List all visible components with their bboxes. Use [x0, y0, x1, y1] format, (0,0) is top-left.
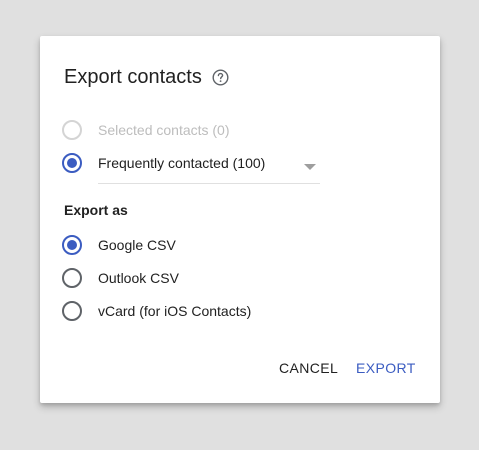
contacts-group-dropdown[interactable]: Frequently contacted (100): [98, 152, 320, 184]
dialog-title: Export contacts: [64, 66, 202, 88]
google-csv-label[interactable]: Google CSV: [98, 235, 176, 255]
export-button[interactable]: EXPORT: [356, 358, 416, 378]
option-vcard[interactable]: vCard (for iOS Contacts): [62, 299, 251, 323]
chevron-down-icon: [304, 163, 316, 170]
cancel-button[interactable]: CANCEL: [279, 358, 338, 378]
dialog-header: Export contacts: [64, 64, 229, 90]
export-contacts-dialog: Export contacts Selected contacts (0) Fr…: [40, 36, 440, 403]
vcard-label[interactable]: vCard (for iOS Contacts): [98, 301, 251, 321]
help-circle-icon[interactable]: [212, 68, 229, 86]
selected-contacts-label: Selected contacts (0): [98, 122, 230, 138]
option-selected-contacts: Selected contacts (0): [62, 118, 230, 142]
frequently-contacted-radio[interactable]: [62, 153, 82, 173]
option-google-csv[interactable]: Google CSV: [62, 233, 176, 257]
vcard-radio[interactable]: [62, 301, 82, 321]
selected-contacts-radio: [62, 120, 82, 140]
contacts-group-dropdown-label: Frequently contacted (100): [98, 154, 266, 171]
option-outlook-csv[interactable]: Outlook CSV: [62, 266, 179, 290]
outlook-csv-label[interactable]: Outlook CSV: [98, 268, 179, 288]
google-csv-radio[interactable]: [62, 235, 82, 255]
outlook-csv-radio[interactable]: [62, 268, 82, 288]
option-frequently-contacted[interactable]: Frequently contacted (100): [62, 151, 320, 184]
export-as-heading: Export as: [64, 202, 128, 218]
